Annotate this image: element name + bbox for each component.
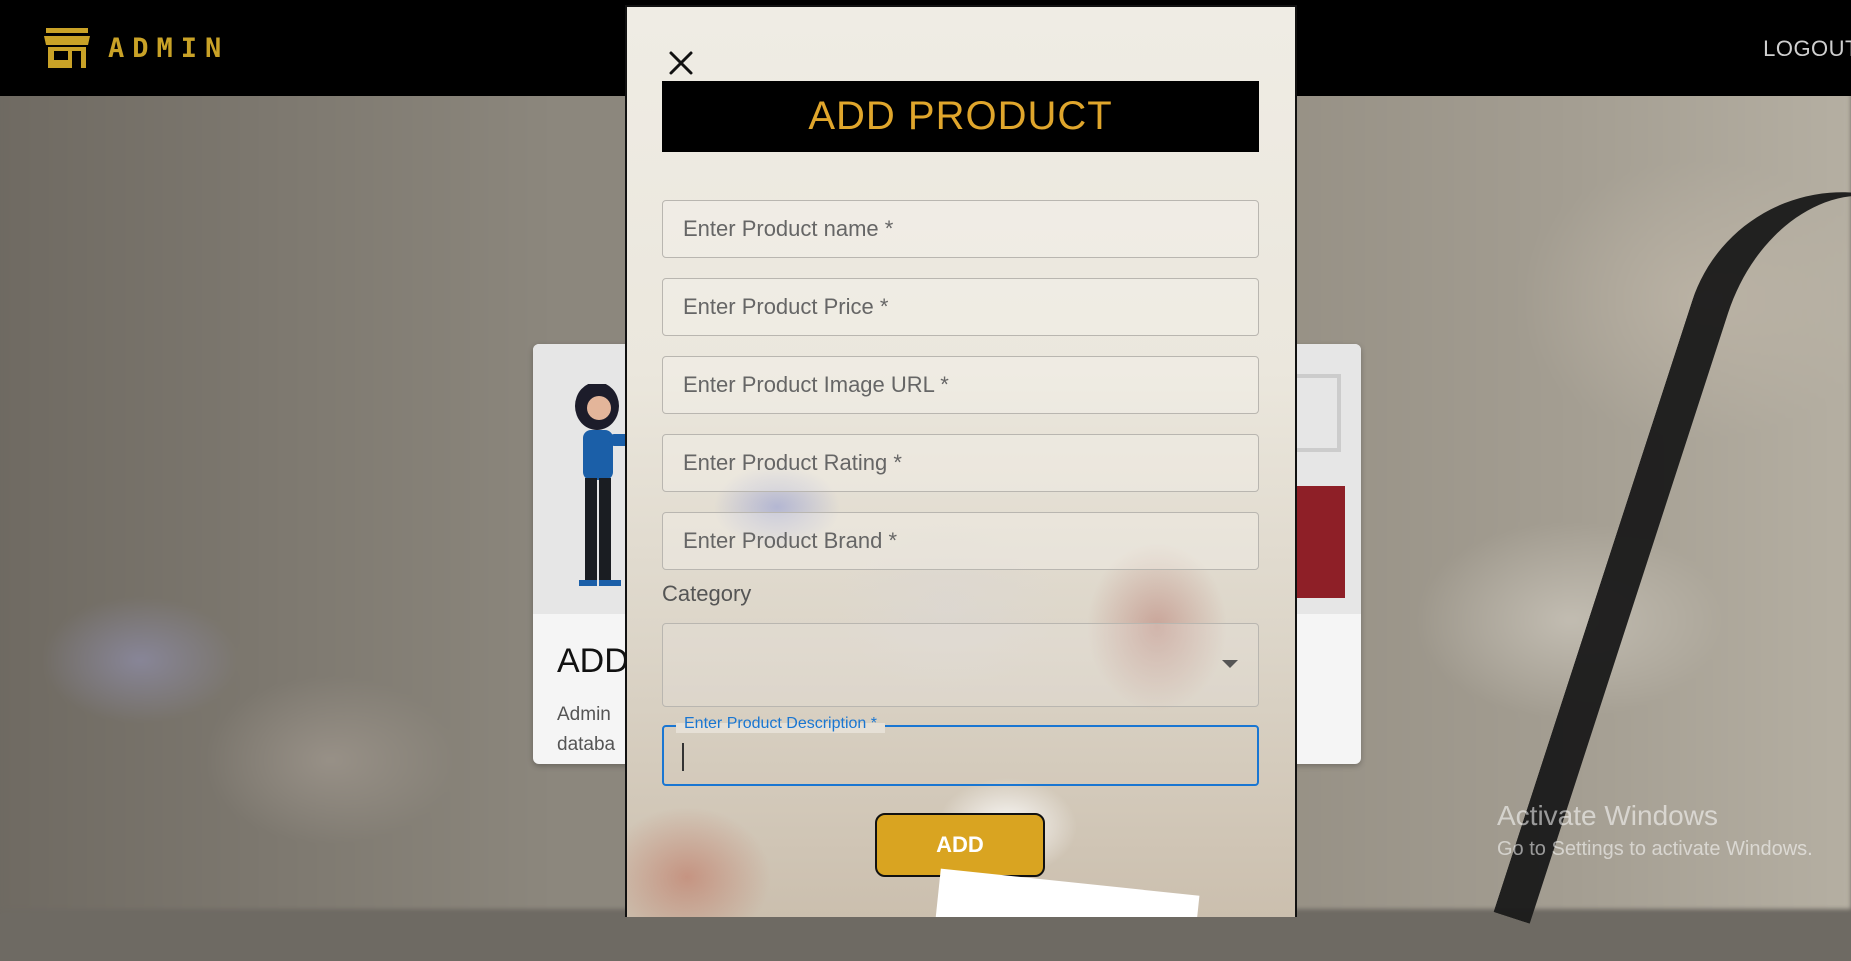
logout-link[interactable]: LOGOUT: [1763, 36, 1851, 62]
background-paper: [934, 868, 1200, 917]
woman-illustration: [575, 384, 631, 586]
product-brand-input[interactable]: [663, 513, 1258, 569]
product-rating-field[interactable]: [662, 434, 1259, 492]
activate-windows-watermark: Activate Windows Go to Settings to activ…: [1497, 800, 1813, 861]
brand[interactable]: ADMIN: [44, 28, 229, 68]
add-product-modal: ADD PRODUCT Category Enter Product Descr…: [625, 5, 1297, 917]
product-image-url-input[interactable]: [663, 357, 1258, 413]
category-label: Category: [662, 581, 752, 606]
product-description-field[interactable]: Enter Product Description *: [662, 715, 1259, 786]
modal-title: ADD PRODUCT: [662, 81, 1259, 152]
text-cursor: [682, 743, 684, 771]
card-title: ADD: [557, 642, 629, 680]
red-item-image: [1297, 486, 1345, 598]
product-brand-field[interactable]: [662, 512, 1259, 570]
product-name-field[interactable]: [662, 200, 1259, 258]
brand-title: ADMIN: [108, 32, 230, 64]
product-price-field[interactable]: [662, 278, 1259, 336]
watermark-title: Activate Windows: [1497, 800, 1718, 831]
watermark-subtitle: Go to Settings to activate Windows.: [1497, 838, 1813, 860]
description-floating-label: Enter Product Description *: [676, 715, 885, 733]
store-icon: [44, 28, 90, 68]
add-button[interactable]: ADD: [875, 813, 1045, 877]
product-rating-input[interactable]: [663, 435, 1258, 491]
close-icon[interactable]: [667, 49, 695, 77]
category-select[interactable]: [662, 623, 1259, 707]
product-name-input[interactable]: [663, 201, 1258, 257]
product-price-input[interactable]: [663, 279, 1258, 335]
dropdown-arrow-icon: [1222, 660, 1238, 668]
product-image-url-field[interactable]: [662, 356, 1259, 414]
